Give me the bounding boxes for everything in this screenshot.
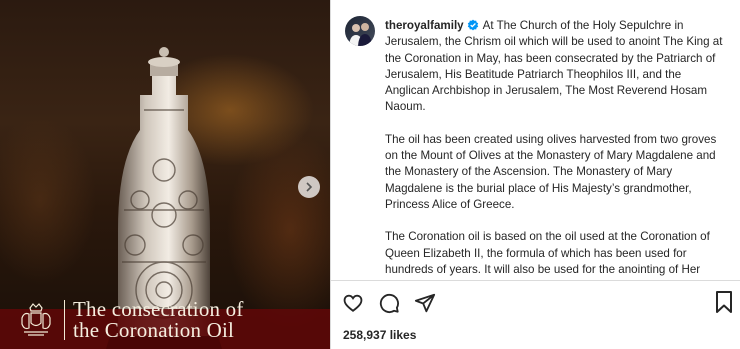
caption-text-1: At The Church of the Holy Sepulchre in J…: [385, 19, 723, 114]
caption-text-2: The oil has been created using olives ha…: [385, 132, 717, 211]
like-button[interactable]: [341, 291, 365, 315]
caption-line-2: the Coronation Oil: [73, 318, 235, 342]
post-panel: theroyalfamily At The Church of the Holy …: [331, 0, 740, 349]
post-media[interactable]: The consecration of the Coronation Oil: [0, 0, 330, 349]
likes-count[interactable]: 258,937 likes: [343, 328, 416, 342]
comment-icon: [379, 293, 399, 313]
royal-crest-icon: [21, 303, 51, 336]
next-slide-button[interactable]: [298, 176, 320, 198]
username-link[interactable]: theroyalfamily: [385, 19, 464, 32]
verified-badge-icon: [467, 19, 478, 31]
scrollbar[interactable]: [734, 0, 740, 279]
chevron-right-icon: [306, 182, 313, 192]
comment-button[interactable]: [377, 291, 401, 315]
divider: [331, 280, 740, 281]
profile-photo-icon: [349, 23, 372, 46]
share-icon: [414, 293, 436, 313]
action-bar: [341, 290, 437, 316]
caption-scroll-area[interactable]: theroyalfamily At The Church of the Holy …: [331, 0, 740, 279]
heart-icon: [343, 294, 363, 312]
caption-text-3: The Coronation oil is based on the oil u…: [385, 230, 710, 276]
avatar[interactable]: [345, 16, 375, 46]
caption-line-1: The consecration of: [73, 297, 244, 321]
caption-divider: [64, 300, 65, 340]
post-caption: theroyalfamily At The Church of the Holy …: [385, 18, 723, 279]
media-caption: The consecration of the Coronation Oil: [16, 298, 244, 342]
bookmark-icon: [716, 291, 732, 313]
caption-paragraph: theroyalfamily At The Church of the Holy …: [385, 18, 723, 116]
share-button[interactable]: [413, 291, 437, 315]
save-button[interactable]: [714, 290, 734, 314]
